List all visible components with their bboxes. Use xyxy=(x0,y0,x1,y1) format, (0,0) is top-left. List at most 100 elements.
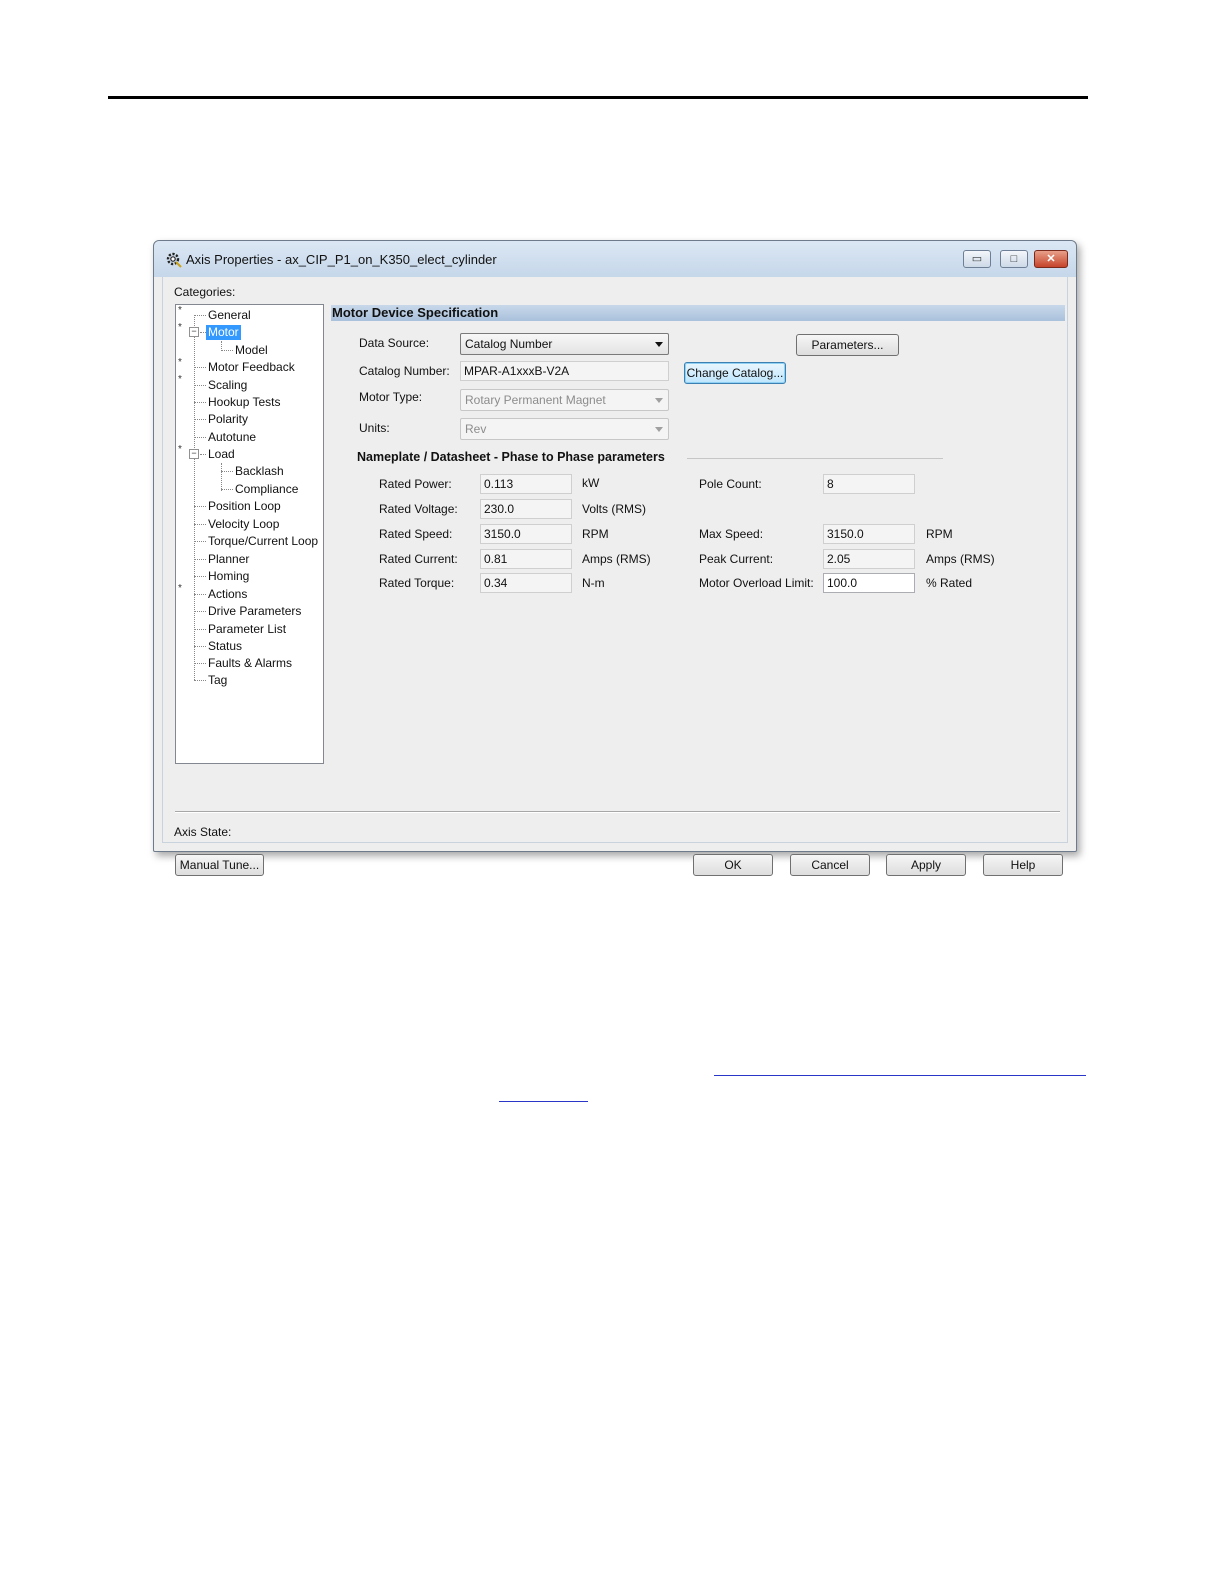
tree-item-parameter-list[interactable]: Parameter List xyxy=(208,622,286,637)
tree-item-backlash[interactable]: Backlash xyxy=(235,464,284,479)
tree-item-model[interactable]: Model xyxy=(235,343,268,358)
tree-item-drive-parameters[interactable]: Drive Parameters xyxy=(208,604,301,619)
modified-marker: * xyxy=(178,357,182,368)
categories-tree[interactable]: * General * − Motor Model * Motor Feedba… xyxy=(175,304,324,764)
ok-button[interactable]: OK xyxy=(693,854,773,876)
catalog-number-label: Catalog Number: xyxy=(359,364,450,378)
gear-icon xyxy=(166,252,182,268)
tree-item-tag[interactable]: Tag xyxy=(208,673,227,688)
peak-current-unit: Amps (RMS) xyxy=(926,552,995,566)
apply-button[interactable]: Apply xyxy=(886,854,966,876)
modified-marker: * xyxy=(178,583,182,594)
chevron-down-icon xyxy=(655,342,663,347)
page-header-rule xyxy=(108,96,1088,99)
catalog-number-field[interactable]: MPAR-A1xxxB-V2A xyxy=(460,361,669,381)
pole-count-label: Pole Count: xyxy=(699,477,762,491)
motor-type-label: Motor Type: xyxy=(359,390,423,404)
rated-torque-label: Rated Torque: xyxy=(379,576,455,590)
rated-torque-field[interactable]: 0.34 xyxy=(480,573,572,593)
motor-overload-limit-unit: % Rated xyxy=(926,576,973,590)
chevron-down-icon xyxy=(655,398,663,403)
tree-item-hookup-tests[interactable]: Hookup Tests xyxy=(208,395,281,410)
peak-current-label: Peak Current: xyxy=(699,552,774,566)
tree-item-motor[interactable]: Motor xyxy=(206,325,241,340)
close-button[interactable]: ✕ xyxy=(1034,250,1068,268)
rated-power-field[interactable]: 0.113 xyxy=(480,474,572,494)
tree-item-position-loop[interactable]: Position Loop xyxy=(208,499,281,514)
rated-speed-unit: RPM xyxy=(582,527,609,541)
rated-power-label: Rated Power: xyxy=(379,477,452,491)
tree-item-homing[interactable]: Homing xyxy=(208,569,249,584)
tree-item-planner[interactable]: Planner xyxy=(208,552,249,567)
chevron-down-icon xyxy=(655,427,663,432)
rated-voltage-label: Rated Voltage: xyxy=(379,502,458,516)
units-select: Rev xyxy=(460,418,669,440)
tree-item-autotune[interactable]: Autotune xyxy=(208,430,256,445)
max-speed-unit: RPM xyxy=(926,527,953,541)
rated-voltage-field[interactable]: 230.0 xyxy=(480,499,572,519)
categories-label: Categories: xyxy=(174,285,236,299)
footer-separator xyxy=(175,811,1060,813)
motor-type-value: Rotary Permanent Magnet xyxy=(465,393,606,407)
data-source-label: Data Source: xyxy=(359,336,430,350)
tree-item-load[interactable]: Load xyxy=(208,447,235,462)
tree-item-status[interactable]: Status xyxy=(208,639,242,654)
hyperlink-underline[interactable] xyxy=(499,1101,588,1102)
motor-overload-limit-label: Motor Overload Limit: xyxy=(699,576,814,590)
max-speed-field[interactable]: 3150.0 xyxy=(823,524,915,544)
tree-item-faults-alarms[interactable]: Faults & Alarms xyxy=(208,656,292,671)
units-label: Units: xyxy=(359,421,390,435)
rated-current-field[interactable]: 0.81 xyxy=(480,549,572,569)
rated-current-unit: Amps (RMS) xyxy=(582,552,651,566)
motor-overload-limit-field[interactable]: 100.0 xyxy=(823,573,915,593)
tree-item-polarity[interactable]: Polarity xyxy=(208,412,248,427)
change-catalog-button[interactable]: Change Catalog... xyxy=(684,362,786,384)
rated-current-label: Rated Current: xyxy=(379,552,458,566)
data-source-select[interactable]: Catalog Number xyxy=(460,333,669,355)
section-title: Motor Device Specification xyxy=(331,305,1065,321)
window-title: Axis Properties - ax_CIP_P1_on_K350_elec… xyxy=(186,252,497,267)
peak-current-field[interactable]: 2.05 xyxy=(823,549,915,569)
tree-item-actions[interactable]: Actions xyxy=(208,587,247,602)
axis-properties-dialog: Axis Properties - ax_CIP_P1_on_K350_elec… xyxy=(153,240,1077,876)
collapse-icon[interactable]: − xyxy=(189,449,199,459)
close-icon: ✕ xyxy=(1046,253,1056,265)
modified-marker: * xyxy=(178,374,182,385)
rated-torque-unit: N-m xyxy=(582,576,605,590)
modified-marker: * xyxy=(178,444,182,455)
tree-item-scaling[interactable]: Scaling xyxy=(208,378,247,393)
help-button[interactable]: Help xyxy=(983,854,1063,876)
tree-item-general[interactable]: General xyxy=(208,308,251,323)
tree-item-compliance[interactable]: Compliance xyxy=(235,482,298,497)
motor-type-select: Rotary Permanent Magnet xyxy=(460,389,669,411)
collapse-icon[interactable]: − xyxy=(189,327,199,337)
rated-voltage-unit: Volts (RMS) xyxy=(582,502,647,516)
hyperlink-underline[interactable] xyxy=(714,1075,1086,1076)
rated-speed-label: Rated Speed: xyxy=(379,527,453,541)
tree-item-velocity-loop[interactable]: Velocity Loop xyxy=(208,517,279,532)
rated-power-unit: kW xyxy=(582,476,600,490)
modified-marker: * xyxy=(178,305,182,316)
minimize-icon: ▭ xyxy=(971,253,983,265)
title-bar[interactable]: Axis Properties - ax_CIP_P1_on_K350_elec… xyxy=(154,241,1076,277)
tree-item-torque-current-loop[interactable]: Torque/Current Loop xyxy=(208,534,318,549)
data-source-value: Catalog Number xyxy=(465,337,553,351)
modified-marker: * xyxy=(178,322,182,333)
tree-guide-line xyxy=(221,463,222,491)
tree-item-motor-feedback[interactable]: Motor Feedback xyxy=(208,360,295,375)
axis-state-label: Axis State: xyxy=(174,825,232,839)
nameplate-group-title: Nameplate / Datasheet - Phase to Phase p… xyxy=(357,450,665,464)
minimize-button[interactable]: ▭ xyxy=(963,250,991,268)
group-divider xyxy=(687,458,943,459)
tree-guide-line xyxy=(194,315,195,680)
maximize-icon: □ xyxy=(1010,253,1018,265)
dialog-body: Categories: * General * − Motor Model * … xyxy=(162,277,1068,876)
rated-speed-field[interactable]: 3150.0 xyxy=(480,524,572,544)
units-value: Rev xyxy=(465,422,487,436)
max-speed-label: Max Speed: xyxy=(699,527,764,541)
manual-tune-button[interactable]: Manual Tune... xyxy=(175,854,264,876)
maximize-button[interactable]: □ xyxy=(1000,250,1028,268)
parameters-button[interactable]: Parameters... xyxy=(796,334,899,356)
cancel-button[interactable]: Cancel xyxy=(790,854,870,876)
pole-count-field[interactable]: 8 xyxy=(823,474,915,494)
